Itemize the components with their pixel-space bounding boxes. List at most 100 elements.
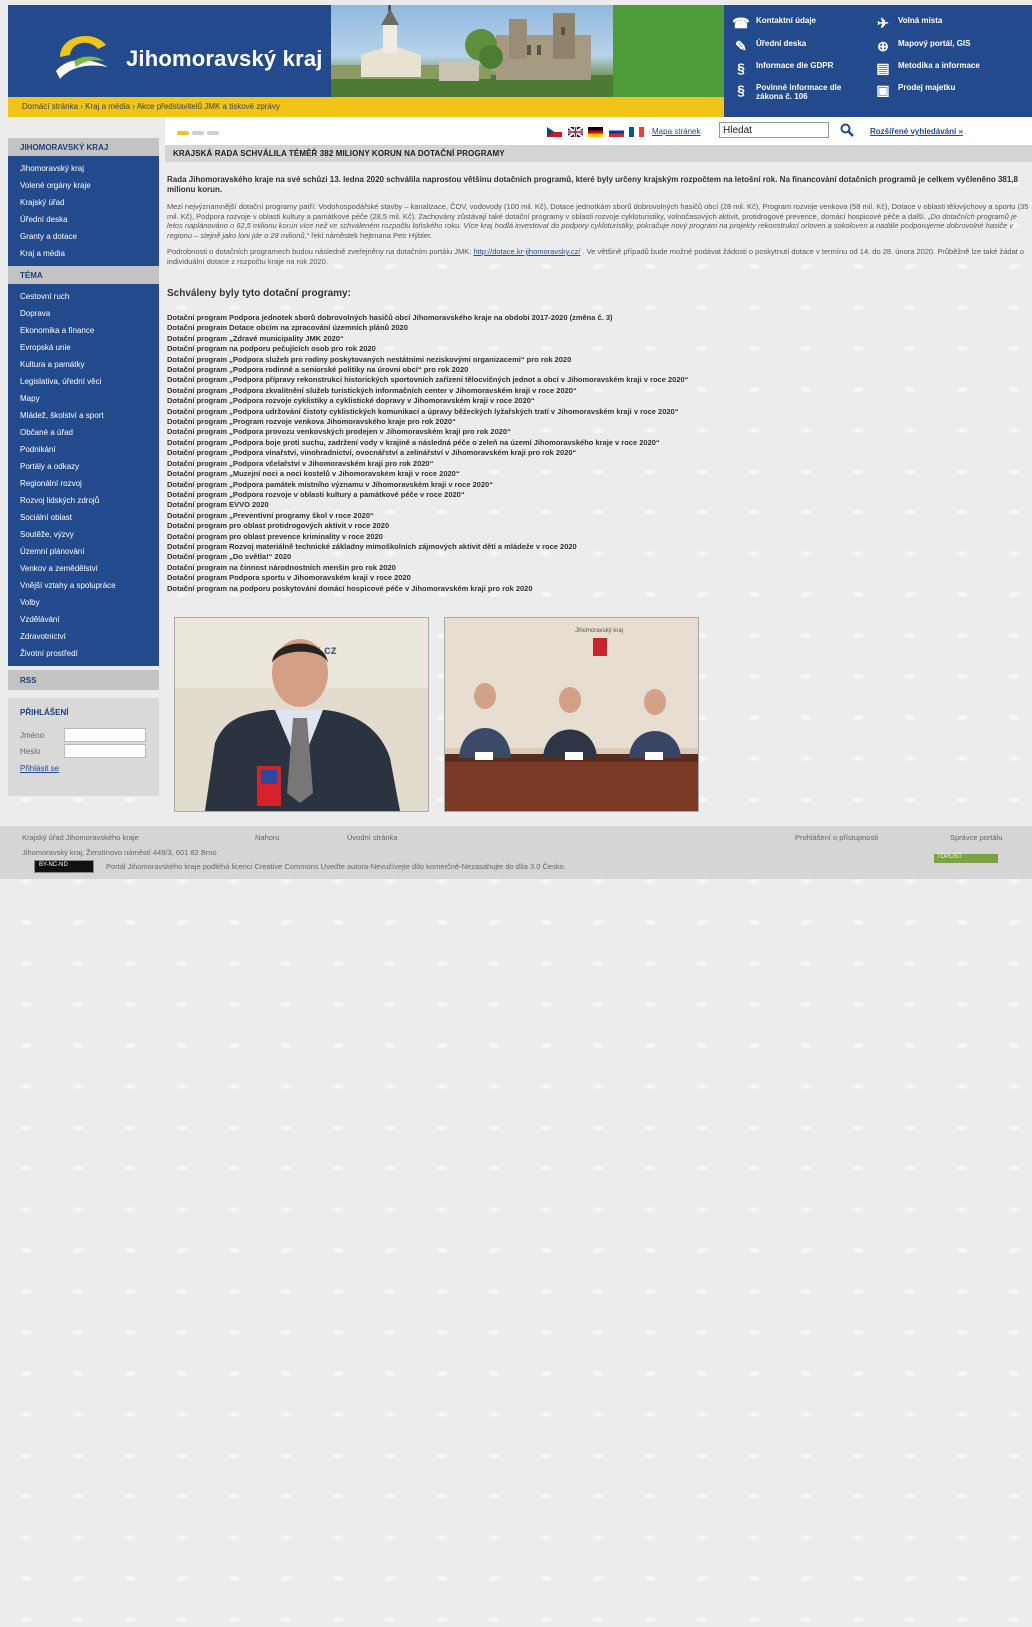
sidebar-item[interactable]: Doprava (8, 305, 159, 322)
sidebar-item[interactable]: Cestovní ruch (8, 288, 159, 305)
sidebar-item[interactable]: Sociální oblast (8, 509, 159, 526)
footer-org: Krajský úřad Jihomoravského kraje (22, 833, 139, 842)
login-box: PŘIHLÁŠENÍ Jméno Heslo Přihlásit se (8, 698, 159, 796)
article-lead: Rada Jihomoravského kraje na své schůzi … (167, 175, 1018, 194)
sidebar-item[interactable]: Granty a dotace (8, 228, 159, 245)
login-user-label: Jméno (20, 731, 45, 740)
program-item: Dotační program „Podpora přípravy rekons… (167, 375, 689, 385)
breadcrumb-text[interactable]: Domácí stránka › Kraj a média › Akce pře… (22, 102, 280, 111)
grant-portal-link[interactable]: http://dotace.kr-jihomoravsky.cz/ (473, 247, 580, 256)
sidebar-item[interactable]: Volby (8, 594, 159, 611)
slider-dot[interactable] (192, 131, 204, 135)
flag-fr-icon[interactable] (629, 126, 645, 137)
sidebar-item[interactable]: Legislativa, úřední věci (8, 373, 159, 390)
quicklink-label: Volná místa (898, 16, 943, 25)
cc-license-badge[interactable]: BY-NC-ND (34, 860, 94, 873)
username-field[interactable] (64, 728, 146, 742)
document-icon: ▤ (876, 60, 890, 76)
back-to-top-link[interactable]: Nahoru (255, 833, 280, 842)
sidebar-item[interactable]: Mládež, školství a sport (8, 407, 159, 424)
sidebar-item[interactable]: Portály a odkazy (8, 458, 159, 475)
header-photo-banner (331, 5, 724, 97)
search-icon[interactable] (840, 123, 854, 137)
sidebar-item[interactable]: Životní prostředí (8, 645, 159, 662)
programs-heading: Schváleny byly tyto dotační programy: (167, 288, 351, 299)
slider-dot[interactable] (207, 131, 219, 135)
flag-ru-icon[interactable] (608, 126, 624, 137)
login-title: PŘIHLÁŠENÍ (20, 708, 69, 717)
flag-cz-icon[interactable] (547, 126, 562, 137)
site-footer: Krajský úřad Jihomoravského kraje Jihomo… (0, 826, 1032, 879)
rss-link[interactable]: RSS (8, 670, 159, 690)
sidebar-item[interactable]: Kraj a média (8, 245, 159, 262)
quicklink-label: Kontaktní údaje (756, 16, 817, 25)
footer-address: Jihomoravský kraj, Žerotínovo náměstí 44… (22, 848, 217, 857)
sidebar-item[interactable]: Kultura a památky (8, 356, 159, 373)
quicklink-label: Povinné informace dle zákona č. 106 (756, 83, 842, 101)
sidebar-section-title: TÉMA (8, 266, 159, 284)
sidebar-item[interactable]: Soutěže, výzvy (8, 526, 159, 543)
flag-gb-icon[interactable] (567, 126, 583, 137)
sidebar-item[interactable]: Občané a úřad (8, 424, 159, 441)
program-item: Dotační program „Podpora rozvoje v oblas… (167, 489, 465, 499)
photo-speaker[interactable]: jmk.cz (174, 617, 429, 812)
utility-bar: Mapa stránek Hledat Rozšířené vyhledáván… (165, 117, 1032, 145)
sidebar-item[interactable]: Vzdělávání (8, 611, 159, 628)
search-input[interactable]: Hledat (719, 122, 829, 138)
contacts-icon: ☎ (732, 15, 750, 31)
program-item: Dotační program „Podpora rodinné a senio… (167, 365, 469, 375)
photo-press-conference[interactable]: Jihomoravský kraj (444, 617, 699, 812)
cc-badge-text: BY-NC-ND (39, 862, 68, 868)
login-user-row: Jméno (20, 728, 146, 742)
sidebar-item[interactable]: Jihomoravský kraj (8, 160, 159, 177)
sidebar-item[interactable]: Regionální rozvoj (8, 475, 159, 492)
program-item: Dotační program na činnost národnostních… (167, 562, 396, 572)
globe-icon: ⊕ (877, 38, 889, 54)
advanced-search-link[interactable]: Rozšířené vyhledávání » (870, 127, 963, 136)
sidebar-item[interactable]: Mapy (8, 390, 159, 407)
sidebar-item[interactable]: Vnější vztahy a spolupráce (8, 577, 159, 594)
logo-mark-icon (56, 35, 108, 79)
slider-dot[interactable] (177, 131, 189, 135)
program-item: Dotační program „Do světla!“ 2020 (167, 552, 292, 562)
sidebar-item[interactable]: Úřední deska (8, 211, 159, 228)
admin-link[interactable]: Správce portálu (950, 833, 1003, 842)
quicklink-label: Prodej majetku (898, 83, 956, 92)
sidebar-item[interactable]: Volené orgány kraje (8, 177, 159, 194)
article-title: KRAJSKÁ RADA SCHVÁLILA TÉMĚŘ 382 MILIONY… (165, 145, 1032, 162)
program-item: Dotační program „Podpora rozvoje cyklist… (167, 396, 535, 406)
login-button[interactable]: Přihlásit se (20, 764, 59, 773)
flag-de-icon[interactable] (588, 126, 604, 137)
sidebar-item[interactable]: Rozvoj lidských zdrojů (8, 492, 159, 509)
sidebar-item[interactable]: Územní plánování (8, 543, 159, 560)
program-item: Dotační program na podporu poskytování d… (167, 583, 533, 593)
quicklink-label: Úřední deska (756, 39, 807, 48)
password-field[interactable] (64, 744, 146, 758)
sidebar-item[interactable]: Podnikání (8, 441, 159, 458)
program-item: Dotační program Podpora sportu v Jihomor… (167, 573, 411, 583)
pin-icon: ✎ (735, 38, 747, 54)
sidebar-item[interactable]: Krajský úřad (8, 194, 159, 211)
program-item: Dotační program „Podpora památek místníh… (167, 479, 493, 489)
paragraph-icon: § (737, 82, 745, 98)
sidebar-nav-topics: Cestovní ruch Doprava Ekonomika a finance E… (8, 284, 159, 666)
job-icon: ✈ (877, 15, 889, 31)
sidebar-item[interactable]: Ekonomika a finance (8, 322, 159, 339)
program-item: Dotační program Dotace obcím na zpracová… (167, 323, 408, 333)
quicklink-label: Mapový portál, GIS (898, 39, 971, 48)
photo-backdrop-text: Jihomoravský kraj (575, 628, 623, 634)
program-item: Dotační program „Podpora udržování čisto… (167, 406, 679, 416)
accessibility-link[interactable]: Prohlášení o přístupnosti (795, 833, 878, 842)
sidebar-item[interactable]: Venkov a zemědělství (8, 560, 159, 577)
toplist-badge[interactable]: TOPLIST (934, 854, 998, 863)
sidebar-item[interactable]: Evropská unie (8, 339, 159, 356)
sidebar-section-title: JIHOMORAVSKÝ KRAJ (8, 138, 159, 156)
login-pass-row: Heslo (20, 744, 146, 758)
language-flags (547, 126, 647, 137)
sitemap-link[interactable]: Mapa stránek (652, 127, 700, 136)
sidebar-item[interactable]: Zdravotnictví (8, 628, 159, 645)
home-link[interactable]: Úvodní stránka (347, 833, 397, 842)
program-item: Dotační program pro oblast prevence krim… (167, 531, 383, 541)
program-item: Dotační program „Zdravé municipality JMK… (167, 333, 344, 343)
program-item: Dotační program na podporu pečujících os… (167, 344, 376, 354)
